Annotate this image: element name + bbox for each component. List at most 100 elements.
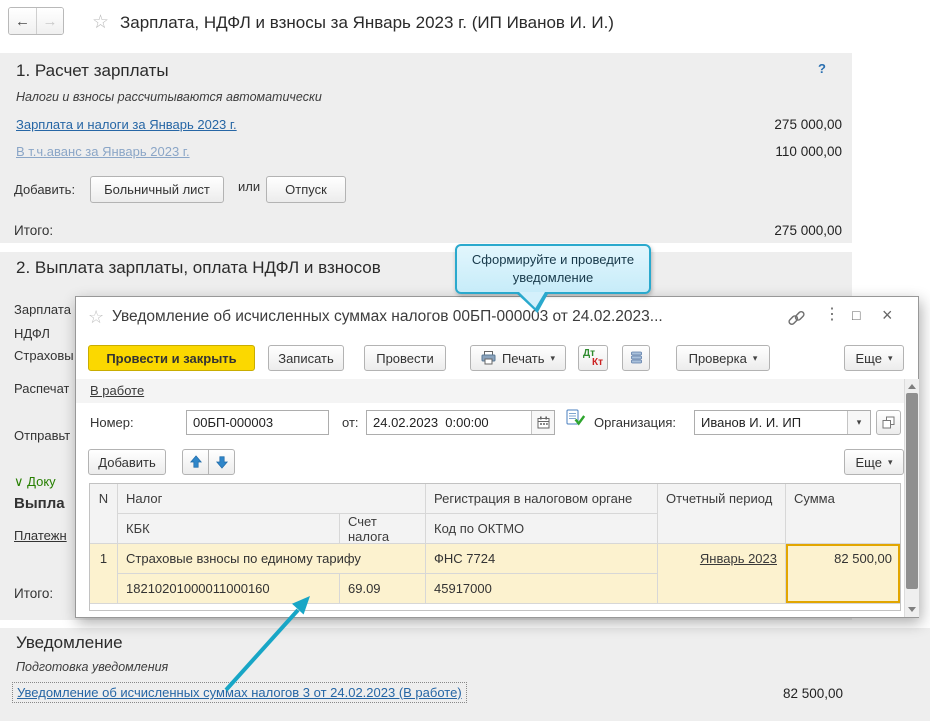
top-navigation-bar: ← → ☆ Зарплата, НДФЛ и взносы за Январь … [0, 0, 930, 53]
salary-calc-section: 1. Расчет зарплаты ? Налоги и взносы рас… [0, 53, 852, 243]
payment-order-link[interactable]: Платежн [14, 528, 67, 543]
number-field[interactable]: 00БП-000003 [186, 410, 329, 435]
section1-total-label: Итого: [14, 223, 54, 238]
scroll-down-arrow-icon[interactable] [908, 607, 916, 612]
fill-document-check-icon[interactable] [566, 409, 586, 430]
dropdown-caret-icon: ▾ [752, 352, 758, 363]
post-button[interactable]: Провести [364, 345, 446, 371]
organization-label: Организация: [594, 415, 677, 430]
calendar-icon[interactable] [531, 411, 554, 434]
period-cell[interactable]: Январь 2023 [658, 544, 786, 604]
add-row-button[interactable]: Добавить [88, 449, 166, 475]
toolbar-more-button[interactable]: Еще ▾ [844, 345, 904, 371]
organization-field[interactable]: Иванов И. И. ИП ▾ [694, 410, 871, 435]
row-number-cell[interactable]: 1 [90, 544, 118, 604]
status-link[interactable]: В работе [90, 383, 144, 398]
notification-dialog: ☆ Уведомление об исчисленных суммах нало… [75, 296, 919, 618]
col-header-registration: Регистрация в налоговом органе [426, 484, 658, 514]
register-stack-icon-button[interactable] [622, 345, 650, 371]
notification-section: Уведомление Подготовка уведомления Уведо… [0, 628, 930, 721]
favorite-star-icon[interactable]: ☆ [92, 11, 109, 34]
organization-value: Иванов И. И. ИП [701, 415, 802, 430]
add-label: Добавить: [14, 182, 76, 197]
kt-label: Кт [591, 357, 603, 368]
advance-value: 110 000,00 [775, 144, 842, 159]
app-window: ← → ☆ Зарплата, НДФЛ и взносы за Январь … [0, 0, 930, 721]
more-label: Еще [855, 350, 882, 366]
payout-subheading: Выпла [14, 495, 65, 512]
print-label: Печать [501, 350, 545, 366]
dropdown-caret-icon: ▾ [887, 456, 893, 467]
combo-dropdown-icon[interactable]: ▾ [847, 411, 870, 434]
dialog-vertical-scrollbar[interactable] [904, 379, 919, 617]
printer-icon [481, 351, 496, 365]
stack-icon [630, 351, 643, 366]
registration-cell[interactable]: ФНС 7724 [426, 544, 658, 574]
section2-total-label: Итого: [14, 586, 54, 601]
verify-label: Проверка [688, 350, 747, 366]
dropdown-caret-icon: ▾ [887, 352, 893, 363]
tax-name-cell[interactable]: Страховые взносы по единому тарифу [118, 544, 426, 574]
post-and-close-button[interactable]: Провести и закрыть [88, 345, 255, 371]
label-ndfl: НДФЛ [14, 326, 50, 341]
verify-button[interactable]: Проверка ▾ [676, 345, 770, 371]
scroll-up-arrow-icon[interactable] [908, 384, 916, 389]
section1-total-value: 275 000,00 [774, 223, 842, 238]
section2-heading: 2. Выплата зарплаты, оплата НДФЛ и взнос… [16, 258, 381, 277]
dropdown-caret-icon: ▾ [550, 352, 556, 363]
oktmo-cell[interactable]: 45917000 [426, 574, 658, 604]
date-value: 24.02.2023 0:00:00 [373, 415, 489, 430]
dialog-favorite-star-icon[interactable]: ☆ [88, 307, 104, 328]
label-salary: Зарплата [14, 302, 71, 317]
dt-kt-button[interactable]: Дт Кт [578, 345, 608, 371]
section1-subtitle: Налоги и взносы рассчитываются автоматич… [16, 90, 322, 104]
pointer-arrow [224, 596, 310, 692]
maximize-icon[interactable]: □ [852, 308, 860, 322]
dialog-title: Уведомление об исчисленных суммах налого… [112, 308, 663, 325]
table-more-button[interactable]: Еще ▾ [844, 449, 904, 475]
get-link-icon[interactable] [788, 310, 805, 329]
chevron-down-icon: ∨ [14, 474, 24, 489]
open-link-icon [882, 416, 895, 429]
forward-arrow-icon: → [42, 12, 58, 30]
forward-button[interactable]: → [36, 8, 63, 34]
or-label: или [238, 179, 261, 194]
scrollbar-thumb[interactable] [906, 393, 918, 589]
sum-cell-selected[interactable]: 82 500,00 [786, 544, 900, 604]
date-field[interactable]: 24.02.2023 0:00:00 [366, 410, 555, 435]
vacation-button[interactable]: Отпуск [266, 176, 346, 203]
move-down-button[interactable] [208, 449, 235, 475]
col-header-account: Счет налога [340, 514, 426, 544]
back-button[interactable]: ← [9, 8, 36, 34]
advance-link[interactable]: В т.ч.аванс за Январь 2023 г. [16, 144, 190, 159]
salary-taxes-value: 275 000,00 [774, 117, 842, 132]
save-button[interactable]: Записать [268, 345, 344, 371]
col-header-kbk: КБК [118, 514, 340, 544]
notification-heading: Уведомление [16, 633, 123, 652]
sick-leave-button[interactable]: Больничный лист [90, 176, 224, 203]
status-strip: В работе [76, 379, 904, 403]
arrow-up-icon [189, 455, 203, 469]
col-header-period: Отчетный период [658, 484, 786, 544]
notification-value: 82 500,00 [782, 686, 843, 701]
documents-group-toggle[interactable]: ∨ Доку [14, 474, 56, 490]
col-header-tax: Налог [118, 484, 426, 514]
number-label: Номер: [90, 415, 134, 430]
close-icon[interactable]: × [882, 306, 893, 324]
arrow-down-icon [215, 455, 229, 469]
help-icon[interactable]: ? [818, 61, 826, 76]
label-insurance: Страховы [14, 348, 74, 363]
label-send: Отправьт [14, 428, 71, 443]
open-organization-button[interactable] [876, 410, 901, 435]
print-button[interactable]: Печать ▾ [470, 345, 566, 371]
date-label: от: [342, 415, 359, 430]
hint-text: Сформируйте и проведите уведомление [471, 252, 635, 285]
col-header-oktmo: Код по ОКТМО [426, 514, 658, 544]
salary-taxes-link[interactable]: Зарплата и налоги за Январь 2023 г. [16, 117, 237, 132]
kebab-menu-icon[interactable]: ⋮ [824, 307, 840, 323]
period-link[interactable]: Январь 2023 [700, 551, 777, 566]
notification-subtitle: Подготовка уведомления [16, 660, 169, 674]
section1-heading: 1. Расчет зарплаты [16, 61, 169, 80]
move-up-button[interactable] [182, 449, 209, 475]
account-cell[interactable]: 69.09 [340, 574, 426, 604]
